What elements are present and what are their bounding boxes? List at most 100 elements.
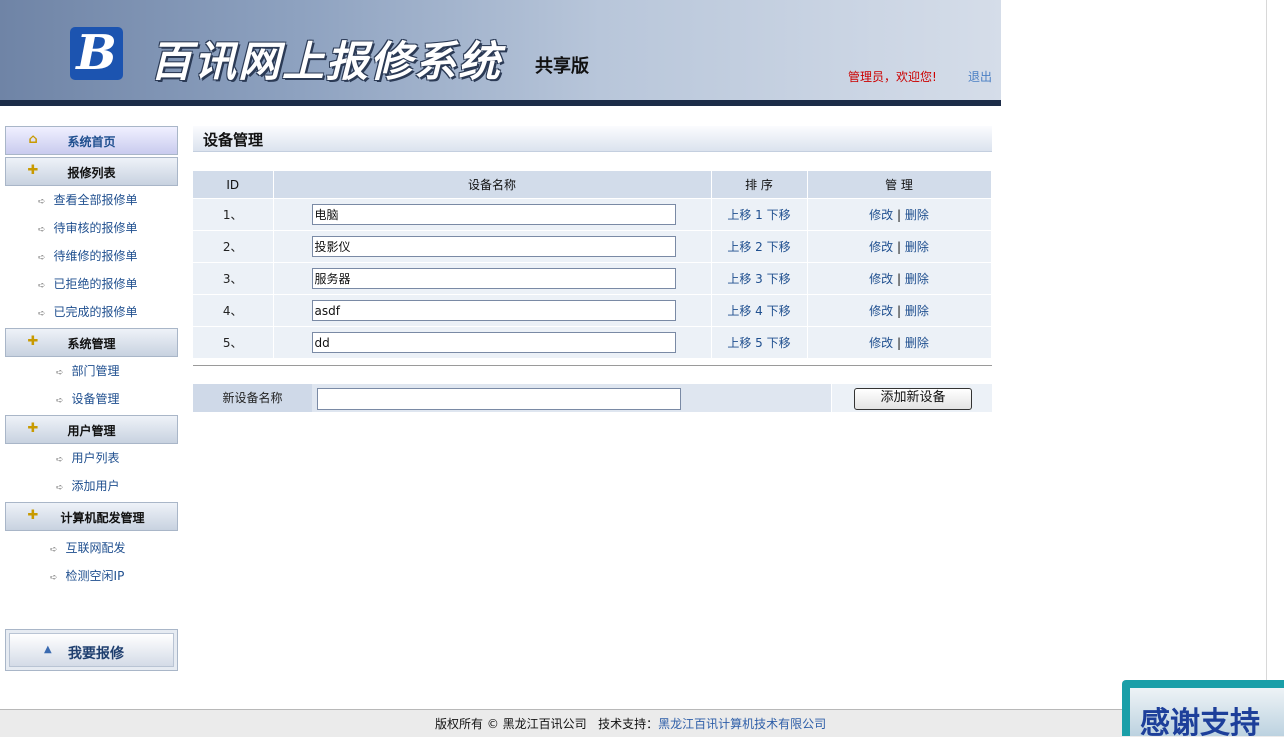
separator: |: [896, 336, 902, 350]
thanks-badge[interactable]: 感谢支持: [1122, 680, 1284, 741]
edit-link[interactable]: 修改: [869, 304, 893, 318]
move-down-link[interactable]: 下移: [767, 272, 791, 286]
delete-link[interactable]: 删除: [905, 336, 929, 350]
edit-link[interactable]: 修改: [869, 272, 893, 286]
cell-name: [273, 230, 712, 263]
device-name-input[interactable]: [311, 236, 676, 257]
edit-link[interactable]: 修改: [869, 208, 893, 222]
add-device-form: 新设备名称 添加新设备: [193, 384, 992, 412]
move-down-link[interactable]: 下移: [767, 208, 791, 222]
arrow-icon: ➪: [50, 545, 58, 555]
cell-id: 3、: [193, 262, 274, 295]
device-name-input[interactable]: [311, 300, 676, 321]
move-up-link[interactable]: 上移: [727, 304, 751, 318]
separator: |: [896, 208, 902, 222]
delete-link[interactable]: 删除: [905, 208, 929, 222]
move-down-link[interactable]: 下移: [767, 240, 791, 254]
sidebar-section-users[interactable]: ✚ 用户管理: [5, 415, 178, 444]
device-name-input[interactable]: [311, 204, 676, 225]
welcome-text: 管理员，欢迎您!: [848, 70, 937, 84]
cell-name: [273, 294, 712, 327]
sidebar-section-system[interactable]: ✚ 系统管理: [5, 328, 178, 357]
sidebar-item-rejected[interactable]: ➪ 已拒绝的报修单: [38, 275, 138, 292]
sidebar-section-title: 系统管理: [67, 337, 116, 351]
move-up-link[interactable]: 上移: [727, 240, 751, 254]
edit-link[interactable]: 修改: [869, 336, 893, 350]
device-name-input[interactable]: [311, 332, 676, 353]
move-up-link[interactable]: 上移: [727, 272, 751, 286]
order-value: 5: [755, 336, 763, 350]
column-header-id: ID: [193, 171, 274, 199]
sidebar-item-departments[interactable]: ➪ 部门管理: [56, 362, 120, 379]
move-down-link[interactable]: 下移: [767, 304, 791, 318]
edition-label: 共享版: [535, 56, 589, 77]
sidebar-home[interactable]: ⌂ 系统首页: [5, 126, 178, 155]
move-down-link[interactable]: 下移: [767, 336, 791, 350]
cell-name: [273, 326, 712, 358]
support-company-link[interactable]: 黑龙江百讯计算机技术有限公司: [658, 717, 826, 731]
sidebar-home-label: 系统首页: [67, 135, 116, 149]
cell-manage: 修改 | 删除: [807, 230, 992, 263]
sidebar-item-internet-allocation[interactable]: ➪ 互联网配发: [50, 539, 126, 556]
add-device-button[interactable]: 添加新设备: [854, 388, 972, 410]
cell-order: 上移 3 下移: [711, 262, 808, 295]
order-value: 1: [755, 208, 763, 222]
cell-manage: 修改 | 删除: [807, 326, 992, 358]
cell-id: 1、: [193, 198, 274, 231]
edit-link[interactable]: 修改: [869, 240, 893, 254]
section-divider: [193, 365, 992, 366]
arrow-icon: ➪: [38, 225, 46, 235]
cell-manage: 修改 | 删除: [807, 262, 992, 295]
table-row: 1、上移 1 下移修改 | 删除: [193, 198, 992, 231]
caret-up-icon: ▲: [44, 644, 52, 655]
device-table: ID 设备名称 排 序 管 理 1、上移 1 下移修改 | 删除2、上移 2 下…: [193, 171, 992, 358]
separator: |: [896, 304, 902, 318]
column-header-order: 排 序: [711, 171, 808, 199]
sidebar-item-user-list[interactable]: ➪ 用户列表: [56, 449, 120, 466]
support-label: 技术支持：: [598, 717, 659, 731]
delete-link[interactable]: 删除: [905, 272, 929, 286]
cell-order: 上移 5 下移: [711, 326, 808, 358]
cell-order: 上移 2 下移: [711, 230, 808, 263]
new-device-name-input[interactable]: [317, 388, 681, 410]
report-repair-button[interactable]: ▲ 我要报修: [5, 629, 178, 671]
sidebar-item-pending-repair[interactable]: ➪ 待维修的报修单: [38, 247, 138, 264]
column-header-name: 设备名称: [273, 171, 712, 199]
footer: 版权所有 © 黑龙江百讯公司 技术支持：黑龙江百讯计算机技术有限公司: [0, 709, 1284, 737]
delete-link[interactable]: 删除: [905, 240, 929, 254]
page-title-bar: 设备管理: [193, 126, 992, 152]
header-divider: [0, 100, 1001, 106]
cell-id: 4、: [193, 294, 274, 327]
sidebar-item-add-user[interactable]: ➪ 添加用户: [56, 477, 120, 494]
footer-text: 版权所有 © 黑龙江百讯公司 技术支持：黑龙江百讯计算机技术有限公司: [435, 715, 826, 732]
sidebar-item-detect-free-ip[interactable]: ➪ 检测空闲IP: [50, 567, 124, 584]
table-row: 4、上移 4 下移修改 | 删除: [193, 294, 992, 327]
page-scrollbar[interactable]: [1266, 0, 1267, 690]
logout-link[interactable]: 退出: [968, 68, 992, 85]
site-title: 百讯网上报修系统: [150, 37, 503, 86]
sidebar-item-pending-review[interactable]: ➪ 待审核的报修单: [38, 219, 138, 236]
sidebar-item-completed[interactable]: ➪ 已完成的报修单: [38, 303, 138, 320]
sidebar-item-devices[interactable]: ➪ 设备管理: [56, 390, 120, 407]
thanks-badge-inner: 感谢支持: [1130, 688, 1284, 741]
move-up-link[interactable]: 上移: [727, 336, 751, 350]
separator: |: [896, 240, 902, 254]
sidebar-section-repair-list[interactable]: ✚ 报修列表: [5, 157, 178, 186]
sidebar-section-computer-allocation[interactable]: ✚ 计算机配发管理: [5, 502, 178, 531]
arrow-icon: ➪: [50, 573, 58, 583]
cell-order: 上移 1 下移: [711, 198, 808, 231]
separator: |: [896, 272, 902, 286]
arrow-icon: ➪: [38, 197, 46, 207]
thanks-badge-text: 感谢支持: [1140, 706, 1260, 741]
sidebar-item-all-orders[interactable]: ➪ 查看全部报修单: [38, 191, 138, 208]
delete-link[interactable]: 删除: [905, 304, 929, 318]
column-header-manage: 管 理: [807, 171, 992, 199]
sidebar-section-title: 计算机配发管理: [60, 511, 145, 525]
cell-manage: 修改 | 删除: [807, 294, 992, 327]
new-device-label: 新设备名称: [193, 384, 312, 412]
move-up-link[interactable]: 上移: [727, 208, 751, 222]
device-name-input[interactable]: [311, 268, 676, 289]
cell-manage: 修改 | 删除: [807, 198, 992, 231]
sidebar-section-title: 用户管理: [67, 424, 116, 438]
header-banner: B 百讯网上报修系统 共享版 管理员，欢迎您! 退出: [0, 0, 1001, 100]
